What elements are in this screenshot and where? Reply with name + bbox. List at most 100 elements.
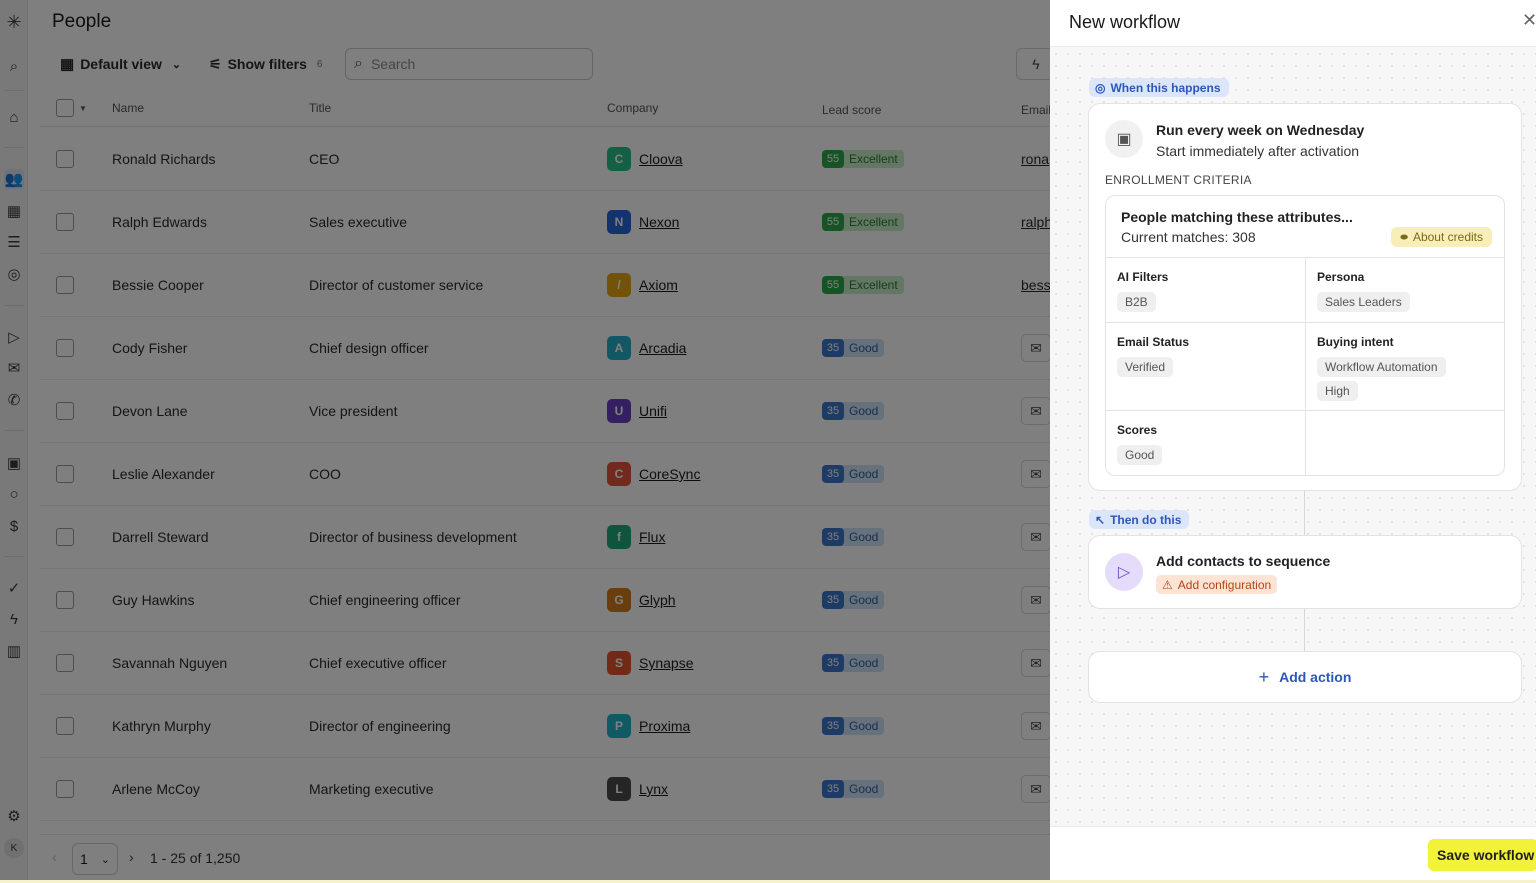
table-row[interactable]: Arlene McCoy Marketing executive L Lynx 35 Go… bbox=[40, 758, 1051, 821]
row-select[interactable] bbox=[56, 506, 74, 568]
company-cell[interactable]: C CoreSync bbox=[607, 443, 700, 505]
company-link[interactable]: Flux bbox=[639, 529, 665, 545]
search-input[interactable] bbox=[370, 56, 571, 72]
person-name[interactable]: Darrell Steward bbox=[112, 506, 208, 568]
search-icon[interactable]: ⌕ bbox=[4, 56, 24, 76]
row-checkbox[interactable] bbox=[56, 780, 74, 798]
add-configuration-badge[interactable]: ⚠ Add configuration bbox=[1156, 575, 1278, 594]
row-select[interactable] bbox=[56, 191, 74, 253]
company-link[interactable]: Unifi bbox=[639, 403, 667, 419]
person-name[interactable]: Devon Lane bbox=[112, 380, 188, 442]
mail-icon[interactable]: ✉ bbox=[1021, 334, 1051, 362]
person-name[interactable]: Arlene McCoy bbox=[112, 758, 200, 820]
company-link[interactable]: Axiom bbox=[639, 277, 678, 293]
person-name[interactable]: Ronald Richards bbox=[112, 128, 216, 190]
company-link[interactable]: Proxima bbox=[639, 718, 690, 734]
home-icon[interactable]: ⌂ bbox=[4, 107, 24, 127]
mail-icon[interactable]: ✉ bbox=[1021, 712, 1051, 740]
close-icon[interactable]: ✕ bbox=[1522, 10, 1536, 31]
company-cell[interactable]: S Synapse bbox=[607, 632, 693, 694]
search-box[interactable]: ⌕ bbox=[345, 48, 593, 80]
add-action-button[interactable]: + Add action bbox=[1088, 651, 1522, 703]
caret-down-icon[interactable]: ▼ bbox=[79, 104, 87, 113]
person-name[interactable]: Cody Fisher bbox=[112, 317, 187, 379]
mail-icon[interactable]: ✉ bbox=[1021, 460, 1051, 488]
company-link[interactable]: Cloova bbox=[639, 151, 683, 167]
company-link[interactable]: Synapse bbox=[639, 655, 693, 671]
chat-icon[interactable]: ○ bbox=[4, 484, 24, 504]
select-all-checkbox[interactable] bbox=[56, 99, 74, 117]
person-name[interactable]: Savannah Nguyen bbox=[112, 632, 227, 694]
row-select[interactable] bbox=[56, 254, 74, 316]
company-link[interactable]: Arcadia bbox=[639, 340, 686, 356]
row-checkbox[interactable] bbox=[56, 528, 74, 546]
col-company[interactable]: Company bbox=[607, 101, 658, 115]
tasks-check-icon[interactable]: ✓ bbox=[4, 578, 24, 598]
company-cell[interactable]: L Lynx bbox=[607, 758, 668, 820]
phone-icon[interactable]: ✆ bbox=[4, 390, 24, 410]
row-checkbox[interactable] bbox=[56, 402, 74, 420]
prev-page-icon[interactable]: ‹ bbox=[52, 849, 57, 865]
mail-icon[interactable]: ✉ bbox=[4, 358, 24, 378]
mail-icon[interactable]: ✉ bbox=[1021, 523, 1051, 551]
person-name[interactable]: Ralph Edwards bbox=[112, 191, 207, 253]
action-card[interactable]: ▷ Add contacts to sequence ⚠ Add configu… bbox=[1088, 535, 1522, 609]
calendar-icon[interactable]: ▣ bbox=[4, 453, 24, 473]
table-row[interactable]: Kathryn Murphy Director of engineering P Pr… bbox=[40, 695, 1051, 758]
company-cell[interactable]: / Axiom bbox=[607, 254, 678, 316]
table-row[interactable]: Ralph Edwards Sales executive N Nexon 55 Exce… bbox=[40, 191, 1052, 254]
select-all[interactable]: ▼ bbox=[56, 99, 87, 117]
email-link[interactable]: ralph bbox=[1021, 214, 1052, 230]
mail-icon[interactable]: ✉ bbox=[1021, 775, 1051, 803]
save-workflow-button[interactable]: Save workflow bbox=[1428, 839, 1536, 871]
row-checkbox[interactable] bbox=[56, 717, 74, 735]
table-row[interactable]: Darrell Steward Director of business deve… bbox=[40, 506, 1051, 569]
page-select[interactable]: 1 ⌄ bbox=[72, 843, 118, 875]
app-logo-icon[interactable]: ✳ bbox=[4, 12, 24, 32]
col-email[interactable]: Email bbox=[1021, 103, 1051, 117]
row-select[interactable] bbox=[56, 758, 74, 820]
company-cell[interactable]: f Flux bbox=[607, 506, 665, 568]
company-cell[interactable]: N Nexon bbox=[607, 191, 679, 253]
row-select[interactable] bbox=[56, 443, 74, 505]
company-cell[interactable]: P Proxima bbox=[607, 695, 690, 757]
row-checkbox[interactable] bbox=[56, 339, 74, 357]
next-page-icon[interactable]: › bbox=[129, 849, 134, 865]
company-link[interactable]: CoreSync bbox=[639, 466, 700, 482]
visitors-icon[interactable]: ◎ bbox=[4, 264, 24, 284]
person-name[interactable]: Kathryn Murphy bbox=[112, 695, 211, 757]
company-cell[interactable]: A Arcadia bbox=[607, 317, 686, 379]
send-icon[interactable]: ▷ bbox=[4, 327, 24, 347]
col-name[interactable]: Name bbox=[112, 101, 144, 115]
table-row[interactable]: Devon Lane Vice president U Unifi 35 Good ✉ bbox=[40, 380, 1051, 443]
company-link[interactable]: Lynx bbox=[639, 781, 668, 797]
email-link[interactable]: rona bbox=[1021, 151, 1049, 167]
row-select[interactable] bbox=[56, 569, 74, 631]
mail-icon[interactable]: ✉ bbox=[1021, 649, 1051, 677]
company-cell[interactable]: C Cloova bbox=[607, 128, 683, 190]
mail-icon[interactable]: ✉ bbox=[1021, 397, 1051, 425]
people-icon[interactable]: 👥 bbox=[4, 169, 24, 189]
lists-icon[interactable]: ☰ bbox=[4, 232, 24, 252]
about-credits-button[interactable]: ⬬ About credits bbox=[1391, 227, 1492, 247]
col-title[interactable]: Title bbox=[309, 101, 331, 115]
row-checkbox[interactable] bbox=[56, 276, 74, 294]
analytics-icon[interactable]: ▥ bbox=[4, 641, 24, 661]
table-row[interactable]: Bessie Cooper Director of customer servic… bbox=[40, 254, 1051, 317]
row-select[interactable] bbox=[56, 128, 74, 190]
company-link[interactable]: Nexon bbox=[639, 214, 679, 230]
person-name[interactable]: Guy Hawkins bbox=[112, 569, 194, 631]
workflows-bolt-icon[interactable]: ϟ bbox=[4, 609, 24, 629]
default-view-dropdown[interactable]: ▦ Default view ⌄ bbox=[60, 52, 181, 76]
companies-icon[interactable]: ▦ bbox=[4, 201, 24, 221]
company-cell[interactable]: U Unifi bbox=[607, 380, 667, 442]
row-checkbox[interactable] bbox=[56, 465, 74, 483]
table-row[interactable]: Savannah Nguyen Chief executive officer S S… bbox=[40, 632, 1051, 695]
table-row[interactable]: Guy Hawkins Chief engineering officer G Gly… bbox=[40, 569, 1051, 632]
table-row[interactable]: Cody Fisher Chief design officer A Arcadia 3… bbox=[40, 317, 1051, 380]
user-avatar[interactable]: K bbox=[4, 838, 24, 858]
person-name[interactable]: Leslie Alexander bbox=[112, 443, 215, 505]
col-lead-score[interactable]: Lead score bbox=[822, 103, 881, 117]
table-row[interactable]: Leslie Alexander COO C CoreSync 35 Good ✉ bbox=[40, 443, 1051, 506]
row-checkbox[interactable] bbox=[56, 213, 74, 231]
